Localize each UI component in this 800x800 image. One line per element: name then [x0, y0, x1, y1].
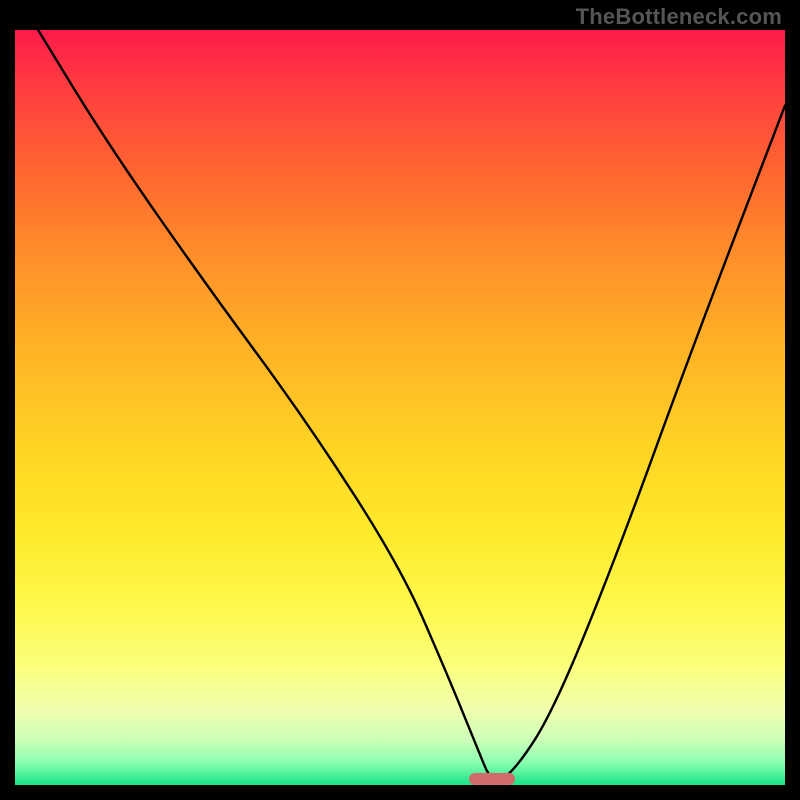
- optimal-marker: [469, 773, 515, 785]
- bottleneck-curve: [15, 30, 785, 785]
- chart-frame: TheBottleneck.com: [0, 0, 800, 800]
- watermark-label: TheBottleneck.com: [576, 4, 782, 30]
- curve-path: [38, 30, 785, 780]
- plot-area: [15, 30, 785, 785]
